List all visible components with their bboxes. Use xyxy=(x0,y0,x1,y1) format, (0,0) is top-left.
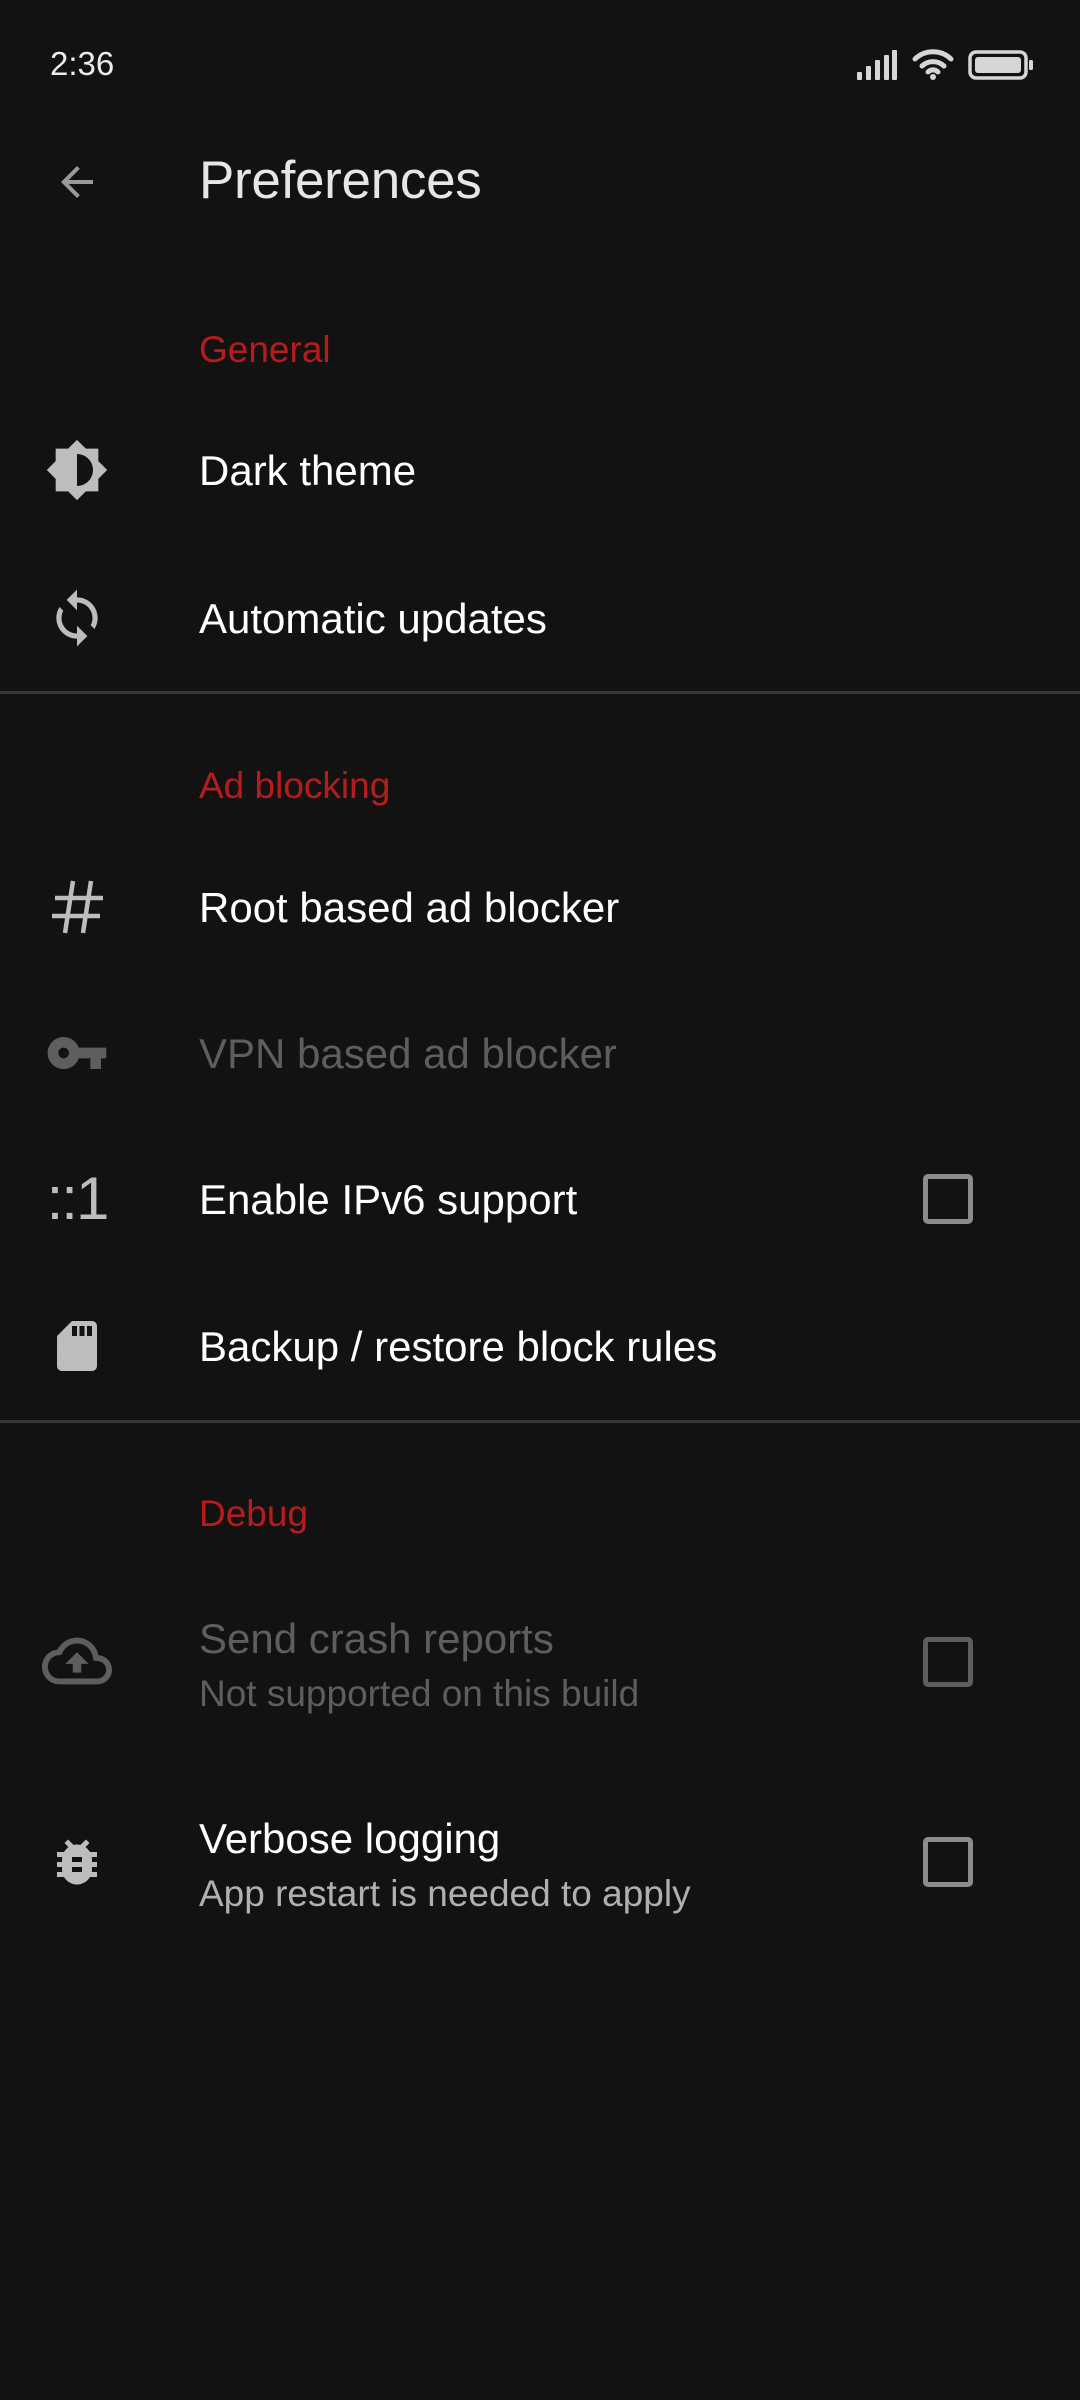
page-title: Preferences xyxy=(199,151,482,210)
ipv6-icon: ::1 xyxy=(46,1165,110,1232)
section-header-ad-blocking: Ad blocking xyxy=(199,765,391,806)
app-bar: Preferences xyxy=(0,120,1080,240)
pref-send-crash-reports[interactable]: Send crash reports Not supported on this… xyxy=(0,1600,1080,1726)
bug-icon xyxy=(37,1822,117,1902)
crash-reports-checkbox[interactable] xyxy=(923,1637,973,1687)
arrow-back-icon xyxy=(61,166,93,198)
status-icons xyxy=(856,48,1034,80)
pref-title: Verbose logging xyxy=(199,1815,501,1862)
section-header-general: General xyxy=(199,329,331,370)
vpn-key-icon xyxy=(37,1013,117,1093)
battery-icon xyxy=(968,50,1033,80)
back-button[interactable] xyxy=(37,142,117,222)
pref-automatic-updates[interactable]: Automatic updates xyxy=(0,570,1080,666)
section-header-debug: Debug xyxy=(199,1493,309,1534)
cloud-upload-icon xyxy=(37,1621,117,1701)
wifi-icon xyxy=(912,49,954,80)
sd-card-icon xyxy=(37,1306,117,1386)
pref-title: Automatic updates xyxy=(199,595,547,642)
pref-title: Backup / restore block rules xyxy=(199,1323,718,1370)
ipv6-checkbox[interactable] xyxy=(923,1174,973,1224)
pref-title: Enable IPv6 support xyxy=(199,1176,578,1223)
section-divider xyxy=(0,1420,1080,1423)
status-time: 2:36 xyxy=(50,45,115,82)
pref-verbose-logging[interactable]: Verbose logging App restart is needed to… xyxy=(0,1800,1080,1926)
pref-title: Dark theme xyxy=(199,447,417,494)
signal-icon xyxy=(857,50,897,80)
pref-backup-restore[interactable]: Backup / restore block rules xyxy=(0,1298,1080,1394)
brightness-icon xyxy=(37,430,117,510)
pref-title: VPN based ad blocker xyxy=(199,1030,617,1077)
pref-title: Root based ad blocker xyxy=(199,884,620,931)
status-bar: 2:36 xyxy=(0,0,1080,120)
pref-title: Send crash reports xyxy=(199,1615,554,1662)
pref-root-ad-blocker[interactable]: Root based ad blocker xyxy=(0,859,1080,955)
pref-summary: Not supported on this build xyxy=(199,1673,640,1714)
pref-dark-theme[interactable]: Dark theme xyxy=(0,422,1080,518)
sync-icon xyxy=(37,578,117,658)
hash-icon xyxy=(37,867,117,947)
section-divider xyxy=(0,691,1080,694)
verbose-logging-checkbox[interactable] xyxy=(923,1837,973,1887)
pref-summary: App restart is needed to apply xyxy=(199,1873,691,1914)
pref-vpn-ad-blocker[interactable]: VPN based ad blocker xyxy=(0,1005,1080,1101)
pref-enable-ipv6[interactable]: ::1 Enable IPv6 support xyxy=(0,1151,1080,1247)
